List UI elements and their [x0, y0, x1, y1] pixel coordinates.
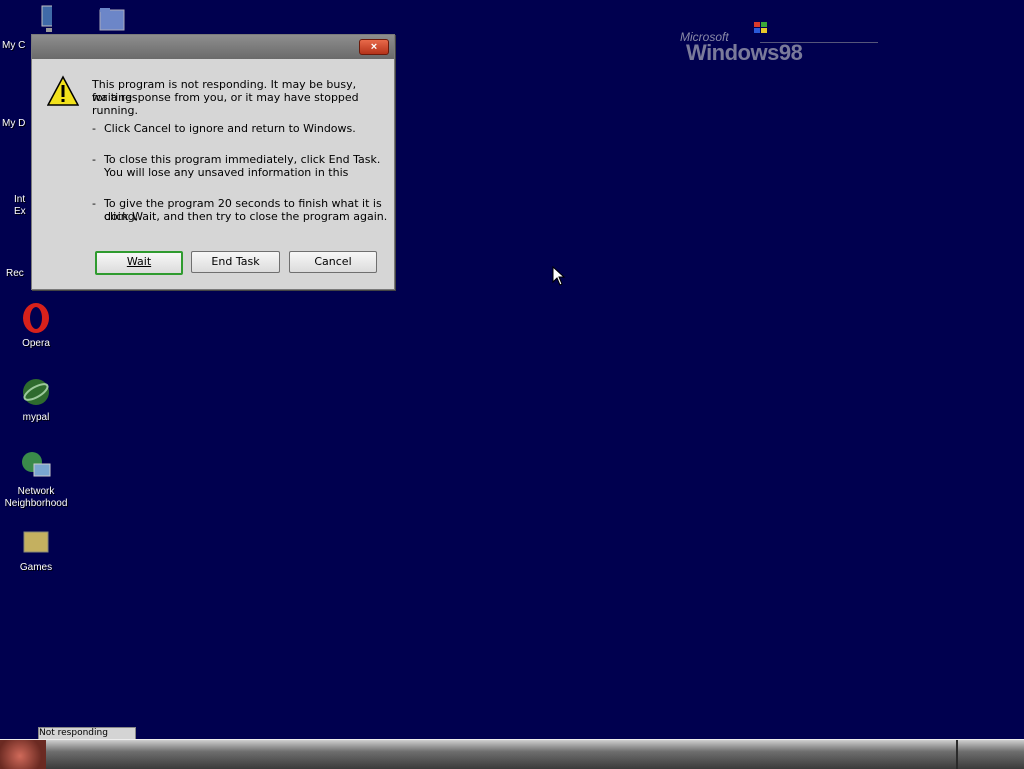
- instruction-cancel: Click Cancel to ignore and return to Win…: [104, 122, 356, 135]
- instruction-end-task-1: To close this program immediately, click…: [104, 153, 381, 166]
- desktop-icon-label: Network Neighborhood: [4, 486, 68, 509]
- instruction-wait-2: click Wait, and then try to close the pr…: [104, 210, 388, 223]
- bullet-dash: -: [92, 122, 96, 135]
- my-computer-icon: [20, 4, 69, 36]
- bullet-dash: -: [92, 153, 96, 166]
- desktop-icon-games[interactable]: Games: [0, 526, 72, 574]
- bullet-dash: -: [92, 197, 96, 210]
- tray-separator: [956, 740, 958, 769]
- desktop-icon-mypal[interactable]: mypal: [0, 376, 72, 424]
- opera-icon: [20, 302, 52, 334]
- windows98-logo: Microsoft Windows98: [680, 20, 900, 70]
- desktop-icon-label: mypal: [22, 412, 50, 423]
- network-neighborhood-icon: [20, 450, 52, 482]
- desktop-icon-label: Games: [19, 562, 53, 573]
- warning-icon: [47, 75, 79, 106]
- end-task-button[interactable]: End Task: [191, 251, 280, 273]
- folder-icon: [96, 4, 128, 36]
- cancel-button[interactable]: Cancel: [289, 251, 377, 273]
- desktop-icon-network-neighborhood[interactable]: Network Neighborhood: [0, 450, 72, 510]
- games-folder-icon: [20, 526, 52, 558]
- not-responding-dialog: × This program is not responding. It may…: [31, 34, 395, 290]
- desktop-icon-opera[interactable]: Opera: [0, 302, 72, 350]
- logo-product: Windows98: [686, 40, 803, 65]
- dialog-titlebar[interactable]: ×: [32, 35, 394, 59]
- wait-button[interactable]: Wait: [95, 251, 183, 275]
- taskbar: [0, 739, 1024, 769]
- instruction-end-task-2: You will lose any unsaved information in…: [104, 166, 349, 179]
- message-line-2: for a response from you, or it may have …: [92, 91, 359, 117]
- mypal-icon: [20, 376, 52, 408]
- start-button[interactable]: [0, 740, 46, 769]
- wait-button-label: Wait: [126, 255, 152, 268]
- windows-flag-icon: [754, 22, 767, 33]
- mouse-cursor-icon: [552, 266, 566, 286]
- desktop-icon-label: Opera: [22, 338, 50, 349]
- desktop: My C My D Int Ex Rec Opera mypal Network…: [0, 0, 1024, 769]
- close-button[interactable]: ×: [359, 39, 389, 55]
